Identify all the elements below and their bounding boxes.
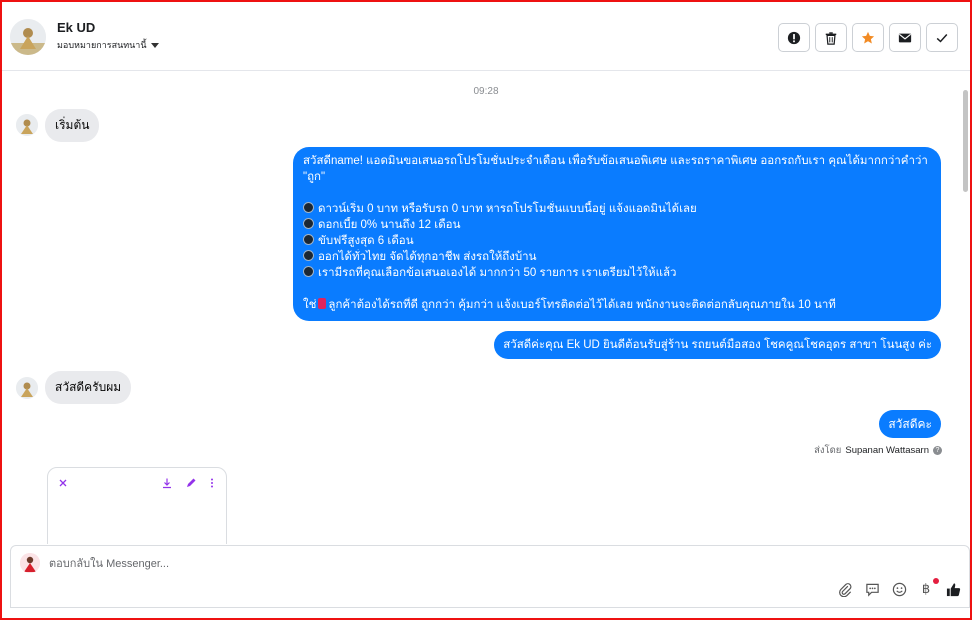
star-icon	[861, 31, 875, 44]
sent-by-info: ส่งโดย Supanan Wattasarn ?	[814, 443, 942, 458]
message-line: เรามีรถที่คุณเลือกข้อเสนอเองได้ มากกว่า …	[303, 265, 931, 281]
composer-tools: ฿	[837, 578, 961, 597]
message-line	[303, 281, 931, 297]
mark-done-button[interactable]	[926, 23, 958, 52]
message-timestamp: 09:28	[473, 86, 499, 97]
message-line: ใช่ ลูกค้าต้องได้รถที่ดี ถูกกว่า คุ้มกว่า…	[303, 298, 836, 311]
mark-unread-button[interactable]	[889, 23, 921, 52]
message-line: สวัสดีname! แอดมินขอเสนอรถโปรโมชั่นประจำ…	[303, 155, 928, 167]
bullet-icon	[303, 266, 314, 277]
emoji-button[interactable]	[891, 581, 907, 597]
more-icon[interactable]	[206, 476, 218, 488]
incoming-message[interactable]: สวัสดีครับผม	[45, 371, 132, 404]
message-thread[interactable]: 09:28 เริ่มต้น สวัสดีname! แอดมินขอเสนอร…	[0, 72, 972, 544]
sent-by-label: ส่งโดย	[814, 445, 842, 456]
incoming-message[interactable]: เริ่มต้น	[45, 109, 100, 142]
assign-label: มอบหมายการสนทนานี้	[57, 40, 147, 50]
contact-avatar-small	[16, 114, 38, 136]
bullet-icon	[303, 218, 314, 229]
contact-avatar-small	[16, 377, 38, 399]
bullet-icon	[303, 202, 314, 213]
mail-icon	[898, 33, 912, 42]
conversation-header: Ek UD มอบหมายการสนทนานี้	[0, 0, 972, 71]
delete-button[interactable]	[815, 23, 847, 52]
header-actions	[778, 23, 958, 52]
message-line: ดอกเบี้ย 0% นานถึง 12 เดือน	[303, 217, 931, 233]
message-line: ออกได้ทั่วไทย จัดได้ทุกอาชีพ ส่งรถให้ถึง…	[303, 249, 931, 265]
check-icon	[936, 33, 948, 43]
message-line: ขับฟรีสูงสุด 6 เดือน	[303, 233, 931, 249]
caret-down-icon	[150, 42, 159, 48]
saved-replies-icon	[865, 583, 879, 597]
mark-spam-button[interactable]	[778, 23, 810, 52]
trash-icon	[825, 31, 837, 45]
close-icon[interactable]	[57, 476, 69, 488]
spam-icon	[787, 31, 801, 44]
message-line: ดาวน์เริ่ม 0 บาท หรือรับรถ 0 บาท หารถโปร…	[303, 201, 931, 217]
payment-button[interactable]: ฿	[918, 578, 939, 597]
like-icon	[946, 582, 960, 596]
sender-name: Supanan Wattasarn	[845, 445, 929, 456]
star-button[interactable]	[852, 23, 884, 52]
download-icon[interactable]	[161, 476, 173, 489]
like-button[interactable]	[945, 581, 961, 597]
agent-avatar	[20, 553, 40, 573]
attachment-card[interactable]	[47, 467, 227, 544]
attachment-button[interactable]	[837, 581, 853, 597]
message-line: "ถูก"	[303, 171, 326, 183]
attachment-icon	[838, 582, 851, 597]
message-line	[303, 185, 931, 201]
outgoing-message[interactable]: สวัสดีคะ	[879, 410, 941, 438]
baht-icon: ฿	[921, 581, 931, 597]
bullet-icon	[303, 250, 314, 261]
outgoing-message[interactable]: สวัสดีค่ะคุณ Ek UD ยินดีต้อนรับสู่ร้าน ร…	[494, 331, 941, 359]
exclamation-emoji-icon	[318, 298, 327, 309]
help-icon[interactable]: ?	[933, 446, 942, 455]
edit-icon[interactable]	[185, 476, 197, 488]
emoji-icon	[892, 582, 906, 596]
reply-input[interactable]	[49, 556, 749, 572]
scrollbar-thumb[interactable]	[963, 90, 968, 192]
outgoing-message[interactable]: สวัสดีname! แอดมินขอเสนอรถโปรโมชั่นประจำ…	[293, 147, 941, 321]
bullet-icon	[303, 234, 314, 245]
contact-name[interactable]: Ek UD	[57, 20, 95, 35]
notification-dot	[933, 578, 939, 584]
assign-conversation-dropdown[interactable]: มอบหมายการสนทนานี้	[57, 38, 159, 52]
contact-avatar[interactable]	[10, 19, 46, 55]
reply-composer: ฿	[10, 545, 970, 608]
saved-replies-button[interactable]	[864, 581, 880, 597]
